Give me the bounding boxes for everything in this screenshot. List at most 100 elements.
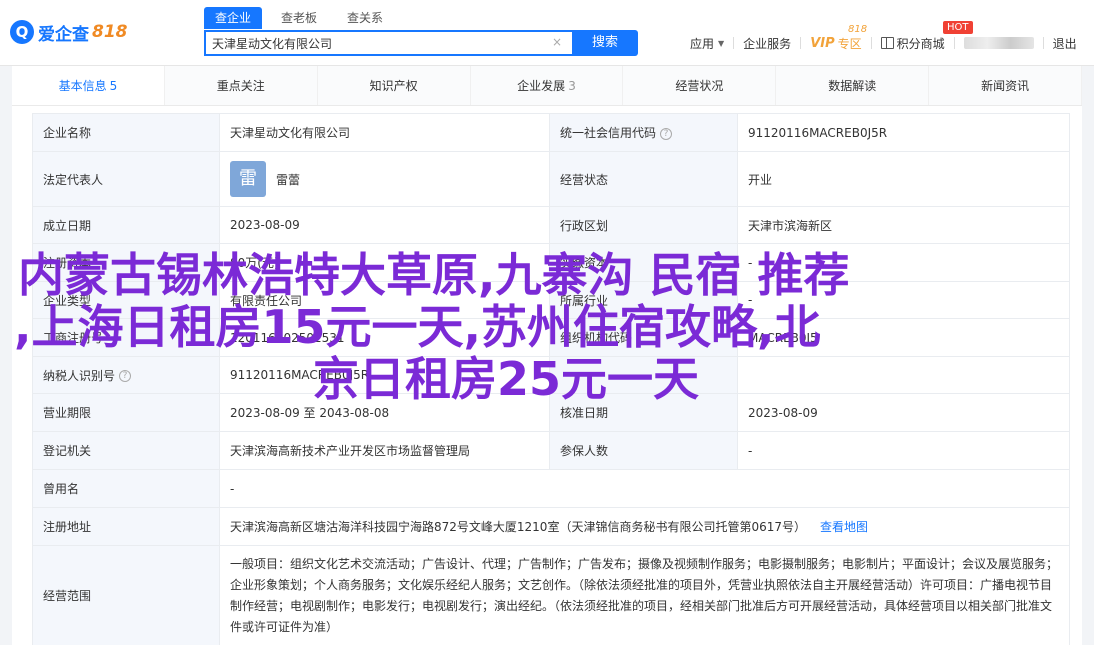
- type-value: 有限责任公司: [219, 281, 550, 319]
- credit-code-label: 统一社会信用代码?: [549, 113, 738, 152]
- industry-label: 所属行业: [549, 281, 738, 319]
- tab-data-analysis[interactable]: 数据解读: [776, 66, 930, 105]
- former-label: 曾用名: [32, 469, 220, 508]
- company-name: 天津星动文化有限公司: [219, 113, 550, 152]
- chevron-down-icon: ▼: [718, 38, 725, 48]
- search-tab-relation[interactable]: 查关系: [336, 7, 394, 29]
- region-label: 行政区划: [549, 206, 738, 244]
- table-row: 企业名称 天津星动文化有限公司 统一社会信用代码? 91120116MACREB…: [32, 113, 1070, 152]
- address-label: 注册地址: [32, 507, 220, 546]
- industry-value: -: [737, 281, 1070, 319]
- approve-value: 2023-08-09: [737, 393, 1070, 432]
- logo-text: 爱企查: [38, 24, 89, 45]
- hot-badge: HOT: [943, 21, 973, 34]
- reg-no-label: 工商注册号: [32, 318, 220, 357]
- blank-cell: [737, 356, 1070, 394]
- term-value: 2023-08-09 至 2043-08-08: [219, 393, 550, 432]
- table-row: 曾用名 -: [32, 469, 1070, 508]
- search-tabs: 查企业 查老板 查关系: [204, 7, 402, 29]
- help-icon[interactable]: ?: [660, 127, 673, 140]
- type-label: 企业类型: [32, 281, 220, 319]
- tab-count: 5: [109, 79, 118, 93]
- status-label: 经营状态: [549, 151, 738, 207]
- table-row: 营业期限 2023-08-09 至 2043-08-08 核准日期 2023-0…: [32, 393, 1070, 432]
- insured-label: 参保人数: [549, 431, 738, 470]
- divider: [953, 37, 955, 49]
- tab-label: 重点关注: [216, 79, 265, 93]
- tab-news[interactable]: 新闻资讯: [929, 66, 1083, 105]
- nav-app[interactable]: 应用 ▼: [690, 35, 724, 52]
- legal-rep-name[interactable]: 雷蕾: [276, 173, 300, 187]
- tab-label: 新闻资讯: [981, 79, 1030, 93]
- search-tab-boss[interactable]: 查老板: [270, 7, 328, 29]
- detail-tabs: 基本信息 5 重点关注 知识产权 企业发展 3 经营状况 数据解读 新闻资讯: [12, 66, 1083, 106]
- credit-code-label-text: 统一社会信用代码: [560, 126, 657, 140]
- tab-label: 基本信息: [58, 79, 107, 93]
- address-value: 天津滨海高新区塘沽海洋科技园宁海路872号文峰大厦1210室（天津锦信商务秘书有…: [230, 520, 806, 534]
- table-row: 注册资本 80万(元) 实缴资本 -: [32, 243, 1070, 282]
- former-value: -: [219, 469, 1070, 508]
- company-panel: 基本信息 5 重点关注 知识产权 企业发展 3 经营状况 数据解读 新闻资讯 企业名…: [12, 66, 1083, 645]
- top-nav: 应用 ▼ 企业服务 VIP 专区 818 积分商城 HOT 退出: [690, 21, 1077, 52]
- table-row: 法定代表人 雷雷蕾 经营状态 开业: [32, 151, 1070, 207]
- divider: [1042, 37, 1044, 49]
- basic-info-table: 企业名称 天津星动文化有限公司 统一社会信用代码? 91120116MACREB…: [32, 113, 1070, 645]
- clear-icon[interactable]: ×: [552, 35, 562, 49]
- nav-points[interactable]: 积分商城: [880, 35, 945, 52]
- view-map-link[interactable]: 查看地图: [820, 520, 868, 534]
- divider: [800, 37, 802, 49]
- tab-label: 企业发展: [517, 79, 566, 93]
- capital-value: 80万(元): [219, 243, 550, 282]
- nav-vip[interactable]: VIP 专区: [810, 35, 861, 52]
- approve-label: 核准日期: [549, 393, 738, 432]
- search-input[interactable]: [206, 32, 546, 54]
- search-tab-company[interactable]: 查企业: [204, 7, 263, 29]
- table-row: 纳税人识别号? 91120116MACREB0J5R: [32, 356, 1070, 394]
- tab-basic-info[interactable]: 基本信息 5: [12, 66, 165, 105]
- tab-count: 3: [568, 79, 576, 93]
- tab-label: 数据解读: [828, 79, 877, 93]
- taxpayer-label: 纳税人识别号?: [32, 356, 220, 394]
- user-name-blurred[interactable]: [963, 37, 1034, 49]
- legal-rep-label: 法定代表人: [32, 151, 220, 207]
- gift-icon: [880, 37, 894, 49]
- capital-label: 注册资本: [32, 243, 220, 282]
- vip-label: VIP: [810, 35, 835, 51]
- site-logo[interactable]: Q 爱企查 818: [10, 19, 128, 45]
- tab-label: 知识产权: [369, 79, 418, 93]
- divider: [870, 37, 872, 49]
- blank-cell: [549, 356, 738, 394]
- search-box: ×: [204, 30, 572, 56]
- nav-points-label: 积分商城: [896, 36, 945, 51]
- tab-label: 经营状况: [675, 79, 724, 93]
- insured-value: -: [737, 431, 1070, 470]
- table-row: 登记机关 天津滨海高新技术产业开发区市场监督管理局 参保人数 -: [32, 431, 1070, 470]
- top-header: Q 爱企查 818 查企业 查老板 查关系 × 搜索 应用▼ 企业服务 VIP专…: [0, 0, 1094, 66]
- address-cell: 天津滨海高新区塘沽海洋科技园宁海路872号文峰大厦1210室（天津锦信商务秘书有…: [219, 507, 1070, 546]
- help-icon[interactable]: ?: [119, 370, 132, 382]
- tab-key-focus[interactable]: 重点关注: [164, 66, 318, 105]
- search-button[interactable]: 搜索: [572, 30, 638, 56]
- scope-label: 经营范围: [32, 545, 220, 645]
- table-row: 注册地址 天津滨海高新区塘沽海洋科技园宁海路872号文峰大厦1210室（天津锦信…: [32, 507, 1070, 546]
- tab-development[interactable]: 企业发展 3: [470, 66, 624, 105]
- legal-rep-cell: 雷雷蕾: [219, 151, 550, 207]
- founded-label: 成立日期: [32, 206, 220, 244]
- logo-mark-icon: Q: [10, 20, 34, 44]
- authority-value: 天津滨海高新技术产业开发区市场监督管理局: [219, 431, 550, 470]
- paid-value: -: [737, 243, 1070, 282]
- logout-link[interactable]: 退出: [1053, 35, 1077, 52]
- company-name-label: 企业名称: [32, 113, 220, 152]
- table-row: 成立日期 2023-08-09 行政区划 天津市滨海新区: [32, 206, 1070, 244]
- vip-sub-label: 专区: [837, 36, 862, 51]
- tab-operation[interactable]: 经营状况: [623, 66, 777, 105]
- paid-label: 实缴资本: [549, 243, 738, 282]
- divider: [733, 37, 735, 49]
- nav-app-label: 应用: [690, 36, 715, 51]
- reg-no-value: 120116002502531: [219, 318, 550, 357]
- region-value: 天津市滨海新区: [737, 206, 1070, 244]
- tab-ip[interactable]: 知识产权: [317, 66, 471, 105]
- nav-service[interactable]: 企业服务: [743, 35, 791, 52]
- founded-value: 2023-08-09: [219, 206, 550, 244]
- org-code-value: MACREB0J5: [737, 318, 1070, 357]
